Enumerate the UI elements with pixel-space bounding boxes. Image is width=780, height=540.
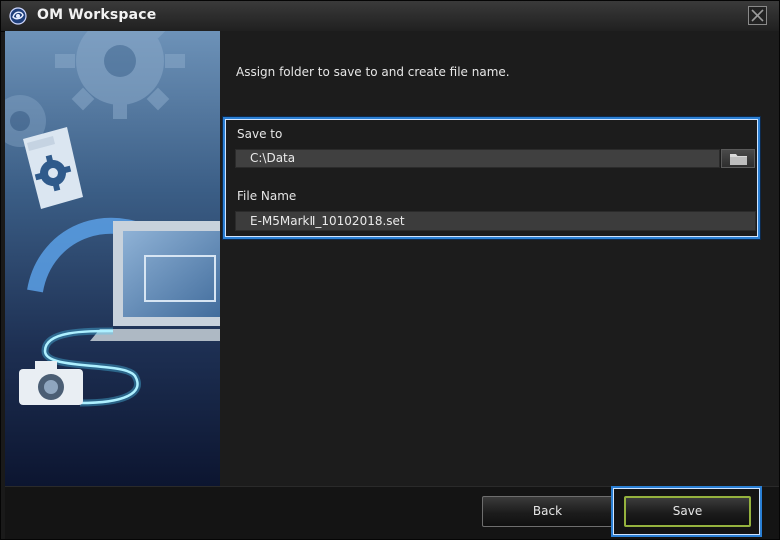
instruction-text: Assign folder to save to and create file…	[236, 65, 510, 79]
save-to-path-field[interactable]: C:\Data	[235, 149, 720, 168]
window-title: OM Workspace	[37, 7, 157, 23]
file-name-label: File Name	[237, 189, 297, 203]
file-name-input[interactable]: E-M5MarkⅡ_10102018.set	[235, 211, 756, 231]
dialog-footer: Back Save	[5, 486, 779, 539]
folder-icon	[730, 154, 747, 165]
back-button[interactable]: Back	[482, 496, 613, 527]
save-to-label: Save to	[237, 127, 283, 141]
title-bar: OM Workspace	[1, 1, 779, 32]
save-button-highlight: Save	[611, 486, 762, 537]
close-button[interactable]	[748, 6, 767, 25]
close-icon	[751, 9, 764, 22]
om-workspace-logo-icon	[9, 7, 27, 25]
decorative-illustration	[5, 31, 220, 486]
dialog-content: Assign folder to save to and create file…	[220, 31, 779, 486]
save-settings-group: Save to C:\Data File Name E-M5MarkⅡ_1010…	[223, 117, 760, 239]
save-button[interactable]: Save	[624, 496, 751, 527]
browse-folder-button[interactable]	[721, 149, 755, 168]
om-workspace-dialog: OM Workspace Assign folder to save to an…	[0, 0, 780, 540]
